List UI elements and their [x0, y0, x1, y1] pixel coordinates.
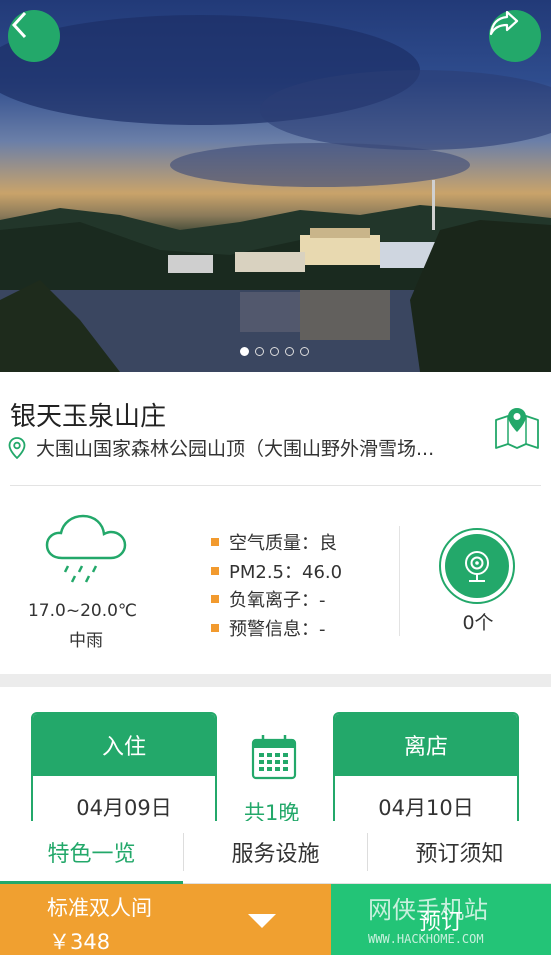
- share-button[interactable]: [489, 10, 541, 62]
- divider: [10, 485, 541, 486]
- checkin-label: 入住: [33, 714, 215, 776]
- carousel-dot[interactable]: [300, 347, 309, 356]
- list-item: 空气质量：良: [211, 528, 342, 557]
- address-text: 大围山国家森林公园山顶（大围山野外滑雪场...: [36, 438, 435, 460]
- bullet-icon: [211, 623, 219, 632]
- room-name: 标准双人间: [47, 896, 152, 920]
- checkin-date-picker[interactable]: 入住 04月09日: [31, 712, 217, 827]
- resort-lake-dusk-photo: [0, 15, 551, 372]
- carousel-dot[interactable]: [255, 347, 264, 356]
- tab-features[interactable]: 特色一览: [0, 821, 183, 884]
- checkin-date: 04月09日: [76, 796, 172, 820]
- location-pin-icon: [8, 436, 26, 459]
- bullet-icon: [211, 566, 219, 575]
- warning-info-label: 预警信息：-: [229, 618, 326, 640]
- chevron-left-icon: [11, 11, 27, 39]
- negative-ion-label: 负氧离子：-: [229, 590, 326, 612]
- checkout-date-picker[interactable]: 离店 04月10日: [333, 712, 519, 827]
- webcam-button[interactable]: [439, 528, 515, 604]
- carousel-indicator: [240, 347, 309, 356]
- pm25-label: PM2.5：46.0: [229, 561, 343, 583]
- checkout-label: 离店: [335, 714, 517, 776]
- webcam-icon: [465, 551, 489, 582]
- address-row[interactable]: 大围山国家森林公园山顶（大围山野外滑雪场...: [8, 434, 496, 461]
- webcam-count: 0个: [462, 612, 494, 634]
- hero-image[interactable]: [0, 0, 551, 372]
- calendar-icon: [251, 735, 297, 780]
- carousel-dot[interactable]: [240, 347, 249, 356]
- map-icon: [495, 408, 539, 449]
- tab-booking-notes[interactable]: 预订须知: [368, 821, 551, 883]
- weather-condition: 中雨: [69, 631, 103, 651]
- bullet-icon: [211, 538, 219, 547]
- list-item: 预警信息：-: [211, 614, 342, 643]
- back-button[interactable]: [8, 10, 60, 62]
- carousel-dot[interactable]: [270, 347, 279, 356]
- hotel-name: 银天玉泉山庄: [10, 402, 167, 432]
- map-button[interactable]: [494, 406, 540, 456]
- room-selector[interactable]: 标准双人间 ￥348: [0, 884, 331, 955]
- tab-bar: 特色一览 服务设施 预订须知: [0, 821, 551, 884]
- checkout-date: 04月10日: [378, 796, 474, 820]
- divider: [399, 526, 400, 636]
- weather-temperature: 17.0~20.0℃: [27, 601, 138, 621]
- tab-facilities[interactable]: 服务设施: [184, 821, 367, 883]
- webcam-inner: [445, 534, 509, 598]
- rain-cloud-icon: [45, 514, 127, 583]
- air-quality-list: 空气质量：良 PM2.5：46.0 负氧离子：- 预警信息：-: [211, 528, 342, 642]
- section-separator: [0, 674, 551, 687]
- room-price: ￥348: [49, 930, 111, 954]
- watermark-url: WWW.HACKHOME.COM: [368, 932, 484, 946]
- carousel-dot[interactable]: [285, 347, 294, 356]
- air-quality-label: 空气质量：良: [229, 533, 337, 555]
- chevron-down-icon: [248, 914, 276, 928]
- watermark: 网侠手机站: [368, 896, 488, 924]
- share-icon: [489, 10, 519, 36]
- list-item: 负氧离子：-: [211, 585, 342, 614]
- bullet-icon: [211, 595, 219, 604]
- list-item: PM2.5：46.0: [211, 557, 342, 586]
